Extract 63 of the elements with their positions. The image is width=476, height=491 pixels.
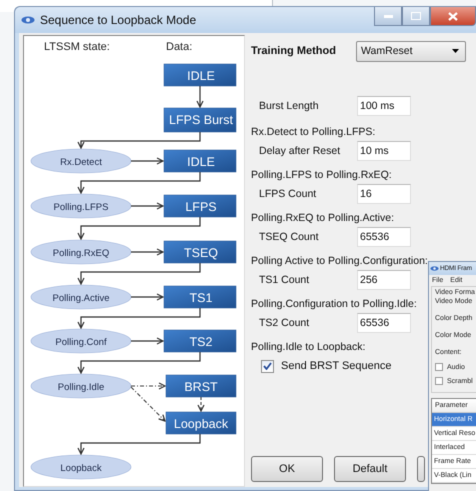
state-node: Polling.LFPS: [30, 194, 132, 218]
data-box: IDLE: [164, 64, 236, 86]
state-node: Polling.Active: [30, 284, 132, 310]
dialog-button[interactable]: [417, 456, 425, 482]
field-label: TS2 Count: [259, 317, 310, 329]
data-box: TS2: [164, 330, 236, 352]
maximize-button[interactable]: [402, 7, 430, 26]
column-heading: Data:: [166, 41, 192, 53]
data-box: Loopback: [166, 412, 236, 434]
section-heading: Polling Active to Polling.Configuration:: [251, 254, 428, 269]
state-node: Rx.Detect: [30, 148, 132, 174]
state-node: Polling.Idle: [30, 374, 132, 398]
checkbox[interactable]: [261, 360, 274, 372]
maximize-icon: [411, 12, 421, 20]
input-field[interactable]: 10 ms: [357, 141, 411, 161]
field-label: TS1 Count: [259, 274, 310, 286]
data-box: TS1: [164, 286, 236, 308]
minimize-icon: [384, 14, 392, 18]
check-icon: [263, 362, 272, 370]
input-field[interactable]: 65536: [357, 313, 411, 333]
field-label: Delay after Reset: [259, 145, 342, 157]
field-label: TSEQ Count: [259, 231, 320, 243]
input-field[interactable]: 65536: [357, 227, 411, 247]
eye-icon: [21, 16, 35, 24]
data-box: LFPS: [164, 194, 236, 218]
state-node: Loopback: [30, 454, 132, 480]
training-method-dropdown[interactable]: WamReset: [356, 40, 466, 62]
section-heading: Rx.Detect to Polling.LFPS:: [251, 125, 376, 140]
checkbox[interactable]: [435, 377, 443, 385]
checkbox-label: Send BRST Sequence: [281, 360, 392, 372]
field-label: LFPS Count: [259, 188, 318, 200]
minimize-button[interactable]: [374, 7, 402, 26]
caret-icon: [452, 49, 459, 53]
close-icon: [448, 12, 458, 20]
field-label: Training Method: [251, 45, 337, 57]
input-field[interactable]: 100 ms: [357, 96, 411, 116]
input-field[interactable]: 16: [357, 184, 411, 204]
section-heading: Polling.Idle to Loopback:: [251, 340, 366, 355]
data-box: TSEQ: [164, 240, 236, 264]
dialog-button[interactable]: Default: [334, 456, 406, 482]
section-heading: Polling.LFPS to Polling.RxEQ:: [251, 168, 392, 183]
dashed-arrow: [197, 397, 205, 412]
field-label: Burst Length: [259, 100, 320, 112]
data-box: IDLE: [164, 150, 236, 172]
connector-arrow: [131, 337, 164, 345]
connector-arrow: [131, 202, 164, 210]
connector-arrow: [131, 293, 164, 301]
close-button[interactable]: [430, 7, 476, 26]
column-heading: LTSSM state:: [44, 41, 110, 53]
connector-arrow: [131, 157, 164, 165]
input-field[interactable]: 256: [357, 270, 411, 290]
checkbox[interactable]: [435, 363, 443, 371]
section-heading: Polling.Configuration to Polling.Idle:: [251, 297, 417, 312]
state-node: Polling.Conf: [30, 328, 132, 354]
data-box: LFPS Burst: [164, 108, 236, 132]
connector-arrow: [196, 86, 204, 108]
window-title: Sequence to Loopback Mode: [40, 13, 198, 27]
connector-arrow: [131, 248, 164, 256]
eye-icon: [430, 266, 439, 271]
section-heading: Polling.RxEQ to Polling.Active:: [251, 211, 394, 226]
state-node: Polling.RxEQ: [30, 240, 132, 264]
dialog-button[interactable]: OK: [251, 456, 323, 482]
data-box: BRST: [166, 374, 236, 398]
